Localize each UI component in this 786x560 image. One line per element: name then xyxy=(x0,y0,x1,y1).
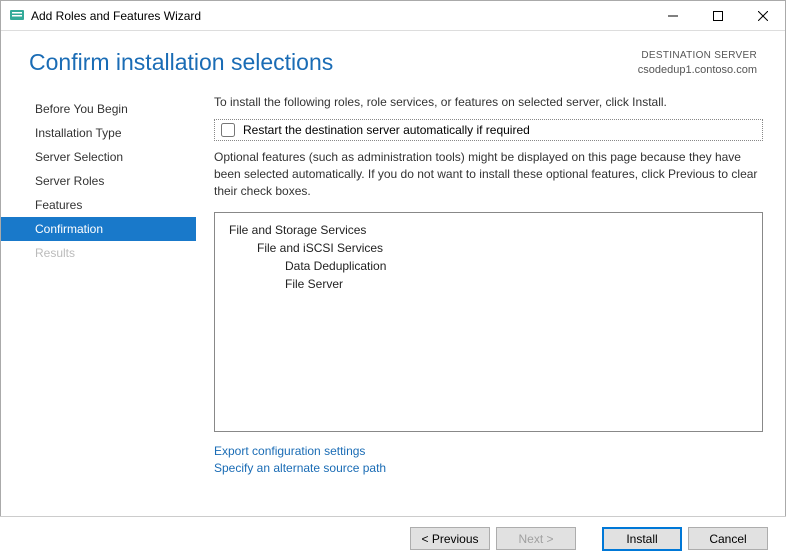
restart-option[interactable]: Restart the destination server automatic… xyxy=(214,119,763,141)
nav-item-server-selection[interactable]: Server Selection xyxy=(1,145,196,169)
previous-button[interactable]: < Previous xyxy=(410,527,490,550)
nav-item-before-you-begin[interactable]: Before You Begin xyxy=(1,97,196,121)
maximize-button[interactable] xyxy=(695,1,740,30)
destination-label: DESTINATION SERVER xyxy=(638,49,757,63)
sidebar: Before You BeginInstallation TypeServer … xyxy=(1,83,196,477)
window-controls xyxy=(650,1,785,30)
install-button[interactable]: Install xyxy=(602,527,682,551)
tree-node: Data Deduplication xyxy=(229,259,748,273)
tree-node: File and Storage Services xyxy=(229,223,748,237)
page-title: Confirm installation selections xyxy=(29,49,333,76)
main: Before You BeginInstallation TypeServer … xyxy=(1,83,785,477)
instruction-text: To install the following roles, role ser… xyxy=(214,95,763,109)
footer: < Previous Next > Install Cancel xyxy=(0,516,786,560)
optional-note: Optional features (such as administratio… xyxy=(214,149,763,199)
close-button[interactable] xyxy=(740,1,785,30)
destination-server: csodedup1.contoso.com xyxy=(638,63,757,78)
header: Confirm installation selections DESTINAT… xyxy=(1,31,785,83)
cancel-button[interactable]: Cancel xyxy=(688,527,768,550)
nav-item-installation-type[interactable]: Installation Type xyxy=(1,121,196,145)
selections-tree: File and Storage Services File and iSCSI … xyxy=(214,212,763,432)
destination-info: DESTINATION SERVER csodedup1.contoso.com xyxy=(638,49,757,77)
alt-source-link[interactable]: Specify an alternate source path xyxy=(214,461,763,475)
titlebar: Add Roles and Features Wizard xyxy=(1,1,785,31)
next-button: Next > xyxy=(496,527,576,550)
nav-item-confirmation[interactable]: Confirmation xyxy=(1,217,196,241)
tree-node: File Server xyxy=(229,277,748,291)
tree-node: File and iSCSI Services xyxy=(229,241,748,255)
nav-item-results: Results xyxy=(1,241,196,265)
app-icon xyxy=(9,8,25,24)
content: To install the following roles, role ser… xyxy=(196,83,785,477)
nav-item-server-roles[interactable]: Server Roles xyxy=(1,169,196,193)
export-config-link[interactable]: Export configuration settings xyxy=(214,444,763,458)
minimize-button[interactable] xyxy=(650,1,695,30)
restart-checkbox[interactable] xyxy=(221,123,235,137)
nav-item-features[interactable]: Features xyxy=(1,193,196,217)
restart-label: Restart the destination server automatic… xyxy=(243,123,530,137)
links: Export configuration settings Specify an… xyxy=(214,444,763,475)
window-title: Add Roles and Features Wizard xyxy=(31,9,650,23)
